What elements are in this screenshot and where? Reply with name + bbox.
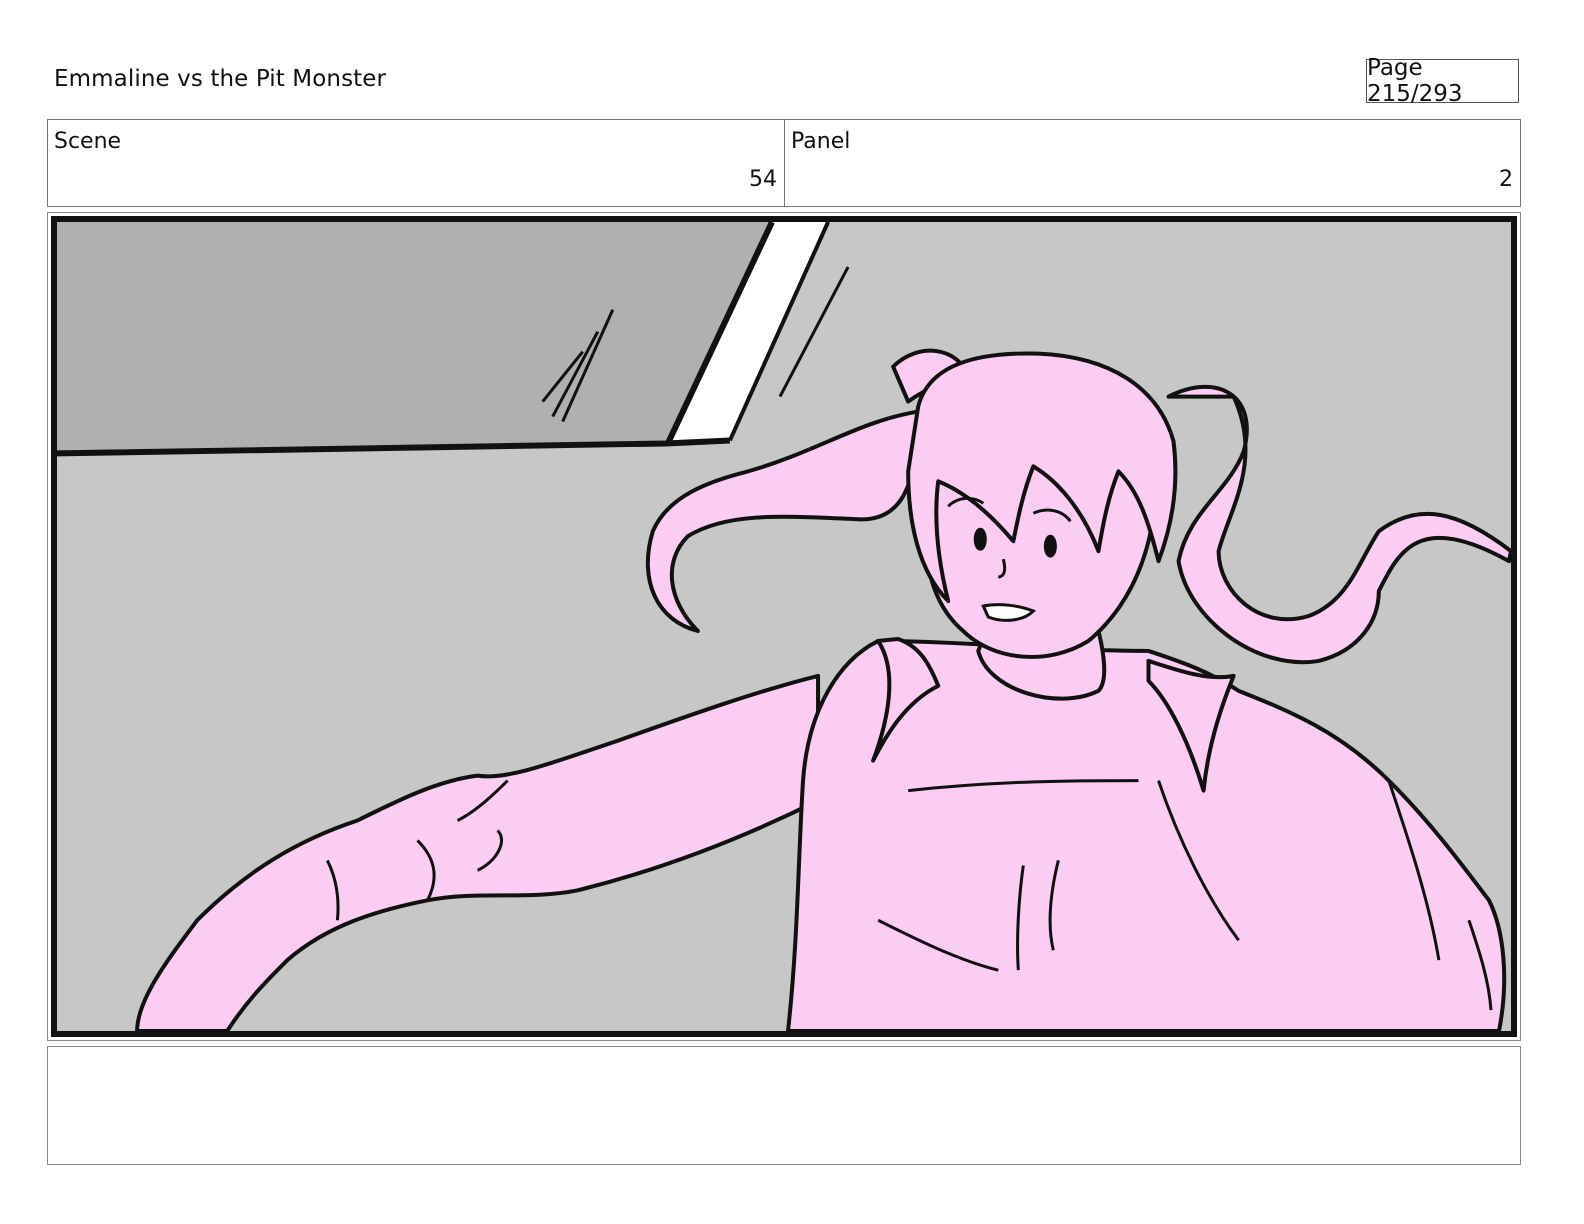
storyboard-frame [47, 212, 1521, 1041]
panel-label: Panel [791, 129, 851, 154]
storyboard-drawing [57, 222, 1511, 1031]
ceiling-slab [57, 222, 772, 454]
scene-number: 54 [749, 167, 777, 192]
document-title: Emmaline vs the Pit Monster [54, 66, 387, 92]
scene-label: Scene [54, 129, 122, 154]
left-eye [973, 527, 987, 551]
right-eye [1043, 534, 1057, 558]
panel-cell: Panel 2 [785, 120, 1520, 206]
page-indicator: Page 215/293 [1366, 55, 1519, 107]
scene-cell: Scene 54 [48, 120, 785, 206]
scene-panel-info: Scene 54 Panel 2 [47, 119, 1521, 207]
storyboard-image [51, 216, 1517, 1037]
panel-number: 2 [1499, 167, 1513, 192]
notes-box [47, 1046, 1521, 1165]
